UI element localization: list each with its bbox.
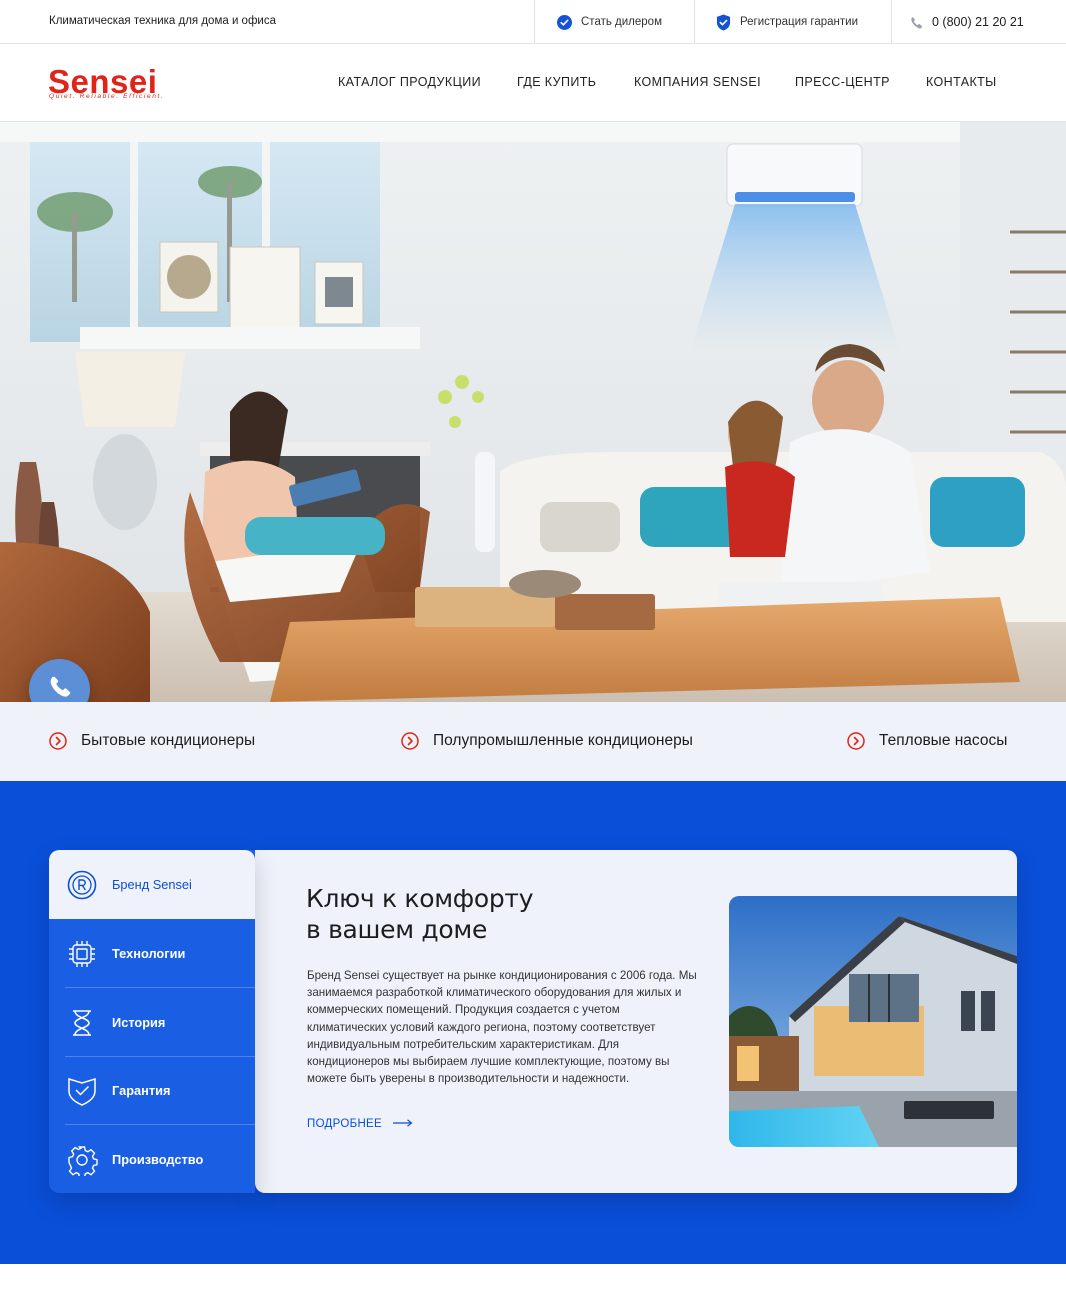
logo-slogan: Quiet. Reliable. Efficient.: [49, 93, 165, 100]
hero-image: [0, 122, 1066, 702]
arrow-circle-icon: [49, 732, 67, 750]
tab-label: Технологии: [112, 946, 186, 961]
panel-description: Бренд Sensei существует на рынке кондици…: [307, 969, 697, 1086]
house-image: [729, 896, 1017, 1147]
phone-number: 0 (800) 21 20 21: [932, 15, 1024, 29]
hourglass-icon: [66, 1007, 98, 1039]
tab-technologies[interactable]: Технологии: [49, 919, 255, 988]
brand-panel: Ключ к комфорту в вашем доме Бренд Sense…: [255, 850, 1017, 1193]
arrow-circle-icon: [401, 732, 419, 750]
tab-label: Производство: [112, 1152, 204, 1167]
nav-where-to-buy[interactable]: ГДЕ КУПИТЬ: [517, 75, 596, 89]
registered-icon: [66, 869, 98, 901]
phone-icon: [47, 674, 73, 705]
check-circle-icon: [557, 14, 572, 30]
nav-company[interactable]: КОМПАНИЯ SENSEI: [634, 75, 761, 89]
top-bar: Климатическая техника для дома и офиса С…: [0, 0, 1066, 44]
read-more-label: ПОДРОБНЕЕ: [307, 1118, 383, 1130]
panel-title: Ключ к комфорту в вашем доме: [306, 883, 636, 945]
category-semi-industrial-ac[interactable]: Полупромышленные кондиционеры: [401, 732, 693, 750]
warranty-registration-link[interactable]: Регистрация гарантии: [694, 0, 891, 44]
tab-production[interactable]: Производство: [49, 1125, 255, 1193]
shield-check-icon: [66, 1075, 98, 1107]
phone-link[interactable]: 0 (800) 21 20 21: [891, 0, 1066, 44]
tab-brand-sensei[interactable]: Бренд Sensei: [49, 850, 255, 919]
tab-warranty[interactable]: Гарантия: [49, 1056, 255, 1125]
panel-title-line-1: Ключ к комфорту: [306, 884, 534, 913]
category-heat-pumps[interactable]: Тепловые насосы: [847, 732, 1007, 750]
brand-section: Ключ к комфорту в вашем доме Бренд Sense…: [0, 781, 1066, 1264]
category-label: Тепловые насосы: [879, 732, 1008, 749]
nav-press-center[interactable]: ПРЕСС-ЦЕНТР: [795, 75, 890, 89]
chip-icon: [66, 938, 98, 970]
main-header: Sensei Quiet. Reliable. Efficient. КАТАЛ…: [0, 44, 1066, 122]
category-label: Бытовые кондиционеры: [81, 732, 256, 749]
gear-icon: [66, 1144, 98, 1178]
nav-contacts[interactable]: КОНТАКТЫ: [926, 75, 997, 89]
sensei-logo[interactable]: Sensei Quiet. Reliable. Efficient.: [48, 63, 178, 102]
warranty-label: Регистрация гарантии: [740, 16, 859, 28]
nav-catalog[interactable]: КАТАЛОГ ПРОДУКЦИИ: [338, 75, 481, 89]
brand-tabs: Бренд Sensei Технологии История Гарантия: [49, 850, 255, 1193]
tab-label: Бренд Sensei: [112, 877, 192, 892]
tagline: Климатическая техника для дома и офиса: [49, 15, 276, 27]
panel-title-line-2: в вашем доме: [306, 915, 488, 944]
become-dealer-label: Стать дилером: [581, 16, 662, 28]
arrow-circle-icon: [847, 732, 865, 750]
phone-icon: [910, 16, 923, 29]
shield-check-icon: [716, 14, 731, 31]
category-household-ac[interactable]: Бытовые кондиционеры: [49, 732, 255, 750]
tab-label: Гарантия: [112, 1083, 171, 1098]
category-label: Полупромышленные кондиционеры: [433, 732, 693, 749]
become-dealer-link[interactable]: Стать дилером: [534, 0, 694, 44]
arrow-right-icon: [393, 1118, 413, 1130]
tab-label: История: [112, 1015, 166, 1030]
tab-history[interactable]: История: [49, 988, 255, 1057]
category-strip: Бытовые кондиционеры Полупромышленные ко…: [0, 702, 1066, 781]
read-more-link[interactable]: ПОДРОБНЕЕ: [307, 1118, 413, 1130]
